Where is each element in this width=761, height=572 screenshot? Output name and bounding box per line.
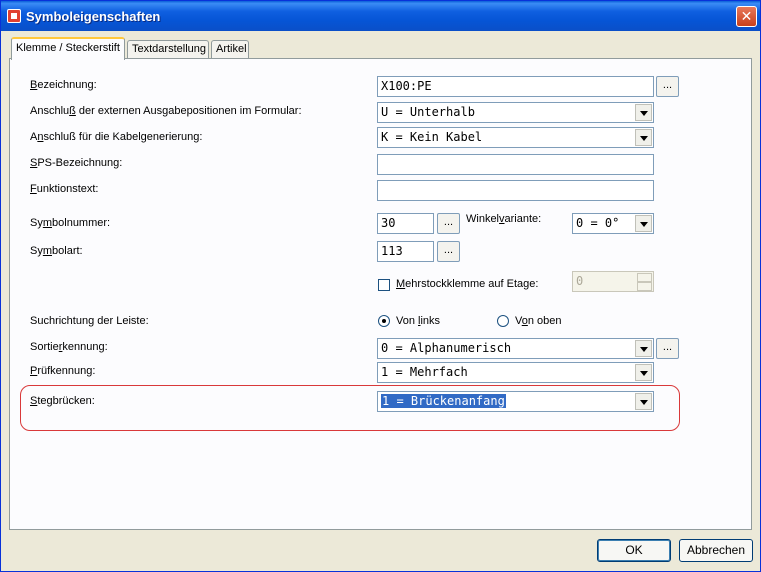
funktionstext-input[interactable] xyxy=(377,180,654,201)
pruefkennung-label: Prüfkennung: xyxy=(30,365,96,377)
tab-panel: Bezeichnung: X100:PE ... Anschluß der ex… xyxy=(9,58,752,530)
radio-von-links[interactable] xyxy=(378,315,390,327)
symbolnummer-input[interactable]: 30 xyxy=(377,213,434,234)
sortierkennung-browse-button[interactable]: ... xyxy=(656,338,679,359)
ok-button[interactable]: OK xyxy=(597,539,671,562)
cancel-button[interactable]: Abbrechen xyxy=(679,539,753,562)
chevron-down-icon[interactable] xyxy=(635,104,652,121)
suchrichtung-label: Suchrichtung der Leiste: xyxy=(30,315,149,327)
chevron-down-icon[interactable] xyxy=(635,393,652,410)
chevron-down-icon[interactable] xyxy=(635,129,652,146)
dialog-window: Symboleigenschaften ✕ Klemme / Steckerst… xyxy=(0,0,761,572)
bezeichnung-label: Bezeichnung: xyxy=(30,79,97,91)
symbolart-label: Symbolart: xyxy=(30,245,83,257)
anschluss-formular-label: Anschluß der externen Ausgabepositionen … xyxy=(30,105,302,117)
mehrstock-checkbox[interactable] xyxy=(378,279,390,291)
stegbruecken-select[interactable]: 1 = Brückenanfang xyxy=(377,391,654,412)
chevron-down-icon[interactable] xyxy=(635,364,652,381)
title-bar[interactable]: Symboleigenschaften ✕ xyxy=(1,1,760,31)
sortierkennung-label: Sortierkennung: xyxy=(30,341,108,353)
von-oben-label: Von oben xyxy=(515,315,562,327)
sps-bezeichnung-input[interactable] xyxy=(377,154,654,175)
radio-von-oben[interactable] xyxy=(497,315,509,327)
app-icon xyxy=(7,9,21,23)
anschluss-kabel-label: Anschluß für die Kabelgenerierung: xyxy=(30,131,203,143)
bezeichnung-browse-button[interactable]: ... xyxy=(656,76,679,97)
symbolnummer-label: Symbolnummer: xyxy=(30,217,111,229)
sps-bezeichnung-label: SPS-Bezeichnung: xyxy=(30,157,123,169)
funktionstext-label: Funktionstext: xyxy=(30,183,99,195)
pruefkennung-select[interactable]: 1 = Mehrfach xyxy=(377,362,654,383)
winkelvariante-select[interactable]: 0 = 0° xyxy=(572,213,654,234)
symbolart-browse-button[interactable]: ... xyxy=(437,241,460,262)
anschluss-kabel-select[interactable]: K = Kein Kabel xyxy=(377,127,654,148)
mehrstock-label: Mehrstockklemme auf Etage: xyxy=(396,278,539,290)
anschluss-formular-select[interactable]: U = Unterhalb xyxy=(377,102,654,123)
sortierkennung-select[interactable]: 0 = Alphanumerisch xyxy=(377,338,654,359)
spin-down-icon xyxy=(637,282,652,291)
chevron-down-icon[interactable] xyxy=(635,340,652,357)
bezeichnung-input[interactable]: X100:PE xyxy=(377,76,654,97)
winkelvariante-label: Winkelvariante: xyxy=(466,213,542,225)
symbolart-input[interactable]: 113 xyxy=(377,241,434,262)
spin-up-icon xyxy=(637,273,652,282)
close-button[interactable]: ✕ xyxy=(736,6,757,27)
von-links-label: Von links xyxy=(396,315,441,327)
symbolnummer-browse-button[interactable]: ... xyxy=(437,213,460,234)
window-title: Symboleigenschaften xyxy=(26,9,161,24)
etage-spinner: 0 xyxy=(572,271,654,292)
stegbruecken-label: Stegbrücken: xyxy=(30,395,95,407)
tab-textdarstellung[interactable]: Textdarstellung xyxy=(127,40,209,59)
chevron-down-icon[interactable] xyxy=(635,215,652,232)
tab-klemme[interactable]: Klemme / Steckerstift xyxy=(11,37,125,60)
tab-artikel[interactable]: Artikel xyxy=(211,40,249,59)
